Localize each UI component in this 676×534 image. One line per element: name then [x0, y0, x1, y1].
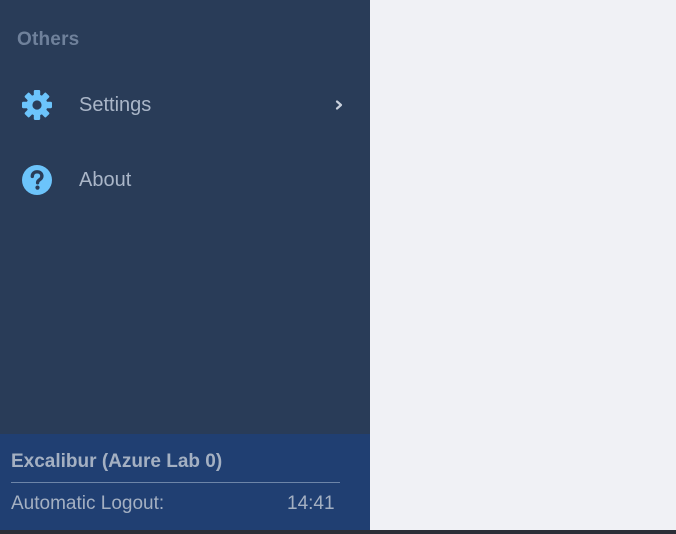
session-footer: Excalibur (Azure Lab 0) Automatic Logout… — [0, 434, 370, 530]
sidebar-item-about[interactable]: About — [0, 152, 370, 208]
main-content — [370, 0, 676, 530]
section-title-others: Others — [17, 29, 80, 50]
sidebar: Others Settings About Excalibur (Azure L… — [0, 0, 370, 530]
sidebar-item-settings[interactable]: Settings — [0, 77, 370, 133]
window-bottom-edge — [0, 530, 676, 534]
sidebar-item-label: About — [79, 168, 132, 191]
chevron-right-icon — [333, 99, 345, 111]
gear-icon — [21, 89, 53, 121]
instance-name: Excalibur (Azure Lab 0) — [11, 451, 223, 472]
auto-logout-timer: 14:41 — [287, 493, 335, 514]
app-window: Others Settings About Excalibur (Azure L… — [0, 0, 676, 530]
auto-logout-label: Automatic Logout: — [11, 493, 165, 514]
help-circle-icon — [21, 164, 53, 196]
sidebar-item-label: Settings — [79, 93, 152, 116]
footer-divider — [11, 482, 340, 483]
